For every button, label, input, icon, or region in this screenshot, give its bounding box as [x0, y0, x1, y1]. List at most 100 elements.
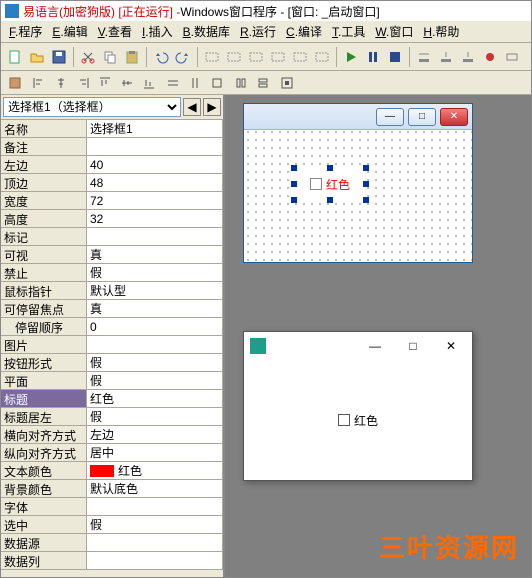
prop-row[interactable]: 名称选择框1 [1, 120, 223, 138]
runtime-maximize-icon[interactable]: □ [398, 335, 428, 357]
menu-item-7[interactable]: T.工具 [328, 21, 369, 42]
open-file-icon[interactable] [27, 47, 47, 67]
prop-row[interactable]: 纵向对齐方式居中 [1, 444, 223, 462]
menu-item-0[interactable]: F.程序 [5, 21, 46, 42]
step-into-icon[interactable] [436, 47, 456, 67]
menu-item-1[interactable]: E.编辑 [48, 21, 91, 42]
breakpoint-icon[interactable] [480, 47, 500, 67]
prop-value[interactable]: 72 [87, 192, 223, 210]
center-window-icon[interactable] [277, 73, 297, 93]
prop-row[interactable]: 图片 [1, 336, 223, 354]
prop-row[interactable]: 文本颜色红色 [1, 462, 223, 480]
run-icon[interactable] [341, 47, 361, 67]
prop-row[interactable]: 数据源 [1, 534, 223, 552]
runtime-checkbox-icon[interactable] [338, 414, 350, 426]
prop-row[interactable]: 背景颜色默认底色 [1, 480, 223, 498]
runtime-close-icon[interactable]: ✕ [436, 335, 466, 357]
selector-next-button[interactable]: ▶ [203, 98, 221, 116]
menu-item-9[interactable]: H.帮助 [419, 21, 463, 42]
prop-value[interactable]: 假 [87, 516, 223, 534]
menu-item-2[interactable]: V.查看 [94, 21, 136, 42]
runtime-minimize-icon[interactable]: — [360, 335, 390, 357]
prop-row[interactable]: 宽度72 [1, 192, 223, 210]
spacing-h-icon[interactable] [231, 73, 251, 93]
spacing-v-icon[interactable] [253, 73, 273, 93]
prop-value[interactable]: 真 [87, 246, 223, 264]
toggle-2-icon[interactable] [224, 47, 244, 67]
watch-icon[interactable] [502, 47, 522, 67]
object-selector[interactable]: 选择框1（选择框） [3, 97, 181, 117]
prop-value[interactable]: 假 [87, 372, 223, 390]
prop-value[interactable]: 48 [87, 174, 223, 192]
same-height-icon[interactable] [185, 73, 205, 93]
align-center-h-icon[interactable] [51, 73, 71, 93]
menu-item-4[interactable]: B.数据库 [179, 21, 234, 42]
prop-row[interactable]: 选中假 [1, 516, 223, 534]
menu-item-3[interactable]: I.插入 [138, 21, 177, 42]
undo-icon[interactable] [151, 47, 171, 67]
align-left-icon[interactable] [29, 73, 49, 93]
prop-row[interactable]: 横向对齐方式左边 [1, 426, 223, 444]
toggle-4-icon[interactable] [268, 47, 288, 67]
prop-row[interactable]: 左边40 [1, 156, 223, 174]
prop-row[interactable]: 顶边48 [1, 174, 223, 192]
prop-row[interactable]: 字体 [1, 498, 223, 516]
prop-row[interactable]: 数据列 [1, 552, 223, 570]
book-icon[interactable] [5, 73, 25, 93]
redo-icon[interactable] [173, 47, 193, 67]
prop-row[interactable]: 标题居左假 [1, 408, 223, 426]
toggle-5-icon[interactable] [290, 47, 310, 67]
menu-item-5[interactable]: R.运行 [236, 21, 280, 42]
prop-row[interactable]: 禁止假 [1, 264, 223, 282]
step-out-icon[interactable] [458, 47, 478, 67]
prop-row[interactable]: 平面假 [1, 372, 223, 390]
copy-icon[interactable] [100, 47, 120, 67]
prop-row[interactable]: 标记 [1, 228, 223, 246]
prop-row[interactable]: 可停留焦点真 [1, 300, 223, 318]
same-width-icon[interactable] [163, 73, 183, 93]
same-size-icon[interactable] [207, 73, 227, 93]
prop-value[interactable]: 假 [87, 408, 223, 426]
align-top-icon[interactable] [95, 73, 115, 93]
prop-value[interactable] [87, 228, 223, 246]
prop-value[interactable]: 左边 [87, 426, 223, 444]
prop-row[interactable]: 标题红色 [1, 390, 223, 408]
prop-value[interactable]: 默认底色 [87, 480, 223, 498]
save-icon[interactable] [49, 47, 69, 67]
align-center-v-icon[interactable] [117, 73, 137, 93]
design-window[interactable]: — □ ✕ 红色 [243, 103, 473, 263]
minimize-icon[interactable]: — [376, 108, 404, 126]
align-bottom-icon[interactable] [139, 73, 159, 93]
prop-row[interactable]: 鼠标指针默认型 [1, 282, 223, 300]
close-icon[interactable]: ✕ [440, 108, 468, 126]
step-over-icon[interactable] [414, 47, 434, 67]
runtime-window[interactable]: — □ ✕ 红色 [243, 331, 473, 481]
prop-value[interactable]: 居中 [87, 444, 223, 462]
prop-value[interactable]: 假 [87, 264, 223, 282]
maximize-icon[interactable]: □ [408, 108, 436, 126]
prop-value[interactable] [87, 534, 223, 552]
toggle-3-icon[interactable] [246, 47, 266, 67]
menu-item-6[interactable]: C.编译 [282, 21, 326, 42]
toggle-6-icon[interactable] [312, 47, 332, 67]
stop-icon[interactable] [385, 47, 405, 67]
prop-row[interactable]: 停留顺序0 [1, 318, 223, 336]
prop-row[interactable]: 高度32 [1, 210, 223, 228]
design-checkbox-control[interactable]: 红色 [294, 168, 366, 200]
prop-value[interactable]: 红色 [87, 390, 223, 408]
prop-value[interactable]: 红色 [87, 462, 223, 480]
prop-value[interactable]: 0 [87, 318, 223, 336]
menu-item-8[interactable]: W.窗口 [371, 21, 417, 42]
paste-icon[interactable] [122, 47, 142, 67]
align-right-icon[interactable] [73, 73, 93, 93]
prop-value[interactable]: 32 [87, 210, 223, 228]
prop-value[interactable]: 选择框1 [87, 120, 223, 138]
cut-icon[interactable] [78, 47, 98, 67]
prop-row[interactable]: 可视真 [1, 246, 223, 264]
pause-icon[interactable] [363, 47, 383, 67]
prop-value[interactable]: 默认型 [87, 282, 223, 300]
selector-prev-button[interactable]: ◀ [183, 98, 201, 116]
toggle-1-icon[interactable] [202, 47, 222, 67]
prop-value[interactable]: 真 [87, 300, 223, 318]
prop-value[interactable] [87, 552, 223, 570]
